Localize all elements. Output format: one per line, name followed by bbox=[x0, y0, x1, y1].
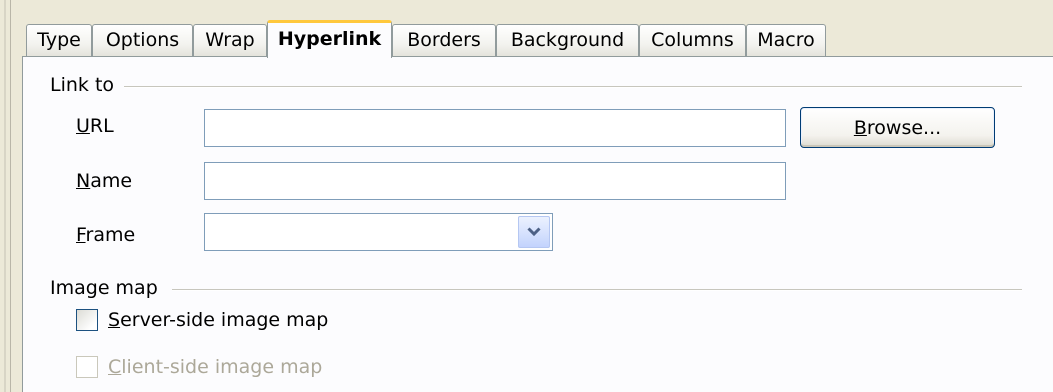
link-to-separator bbox=[124, 86, 1022, 88]
tab-type[interactable]: Type bbox=[26, 24, 92, 57]
image-map-heading: Image map bbox=[50, 277, 158, 299]
frame-dropdown-button[interactable] bbox=[518, 216, 550, 248]
frame-label-text: rame bbox=[85, 224, 136, 246]
tab-wrap[interactable]: Wrap bbox=[193, 24, 267, 57]
server-side-label-text: erver-side image map bbox=[120, 309, 329, 331]
name-label-accesskey: N bbox=[76, 170, 91, 192]
tab-background[interactable]: Background bbox=[496, 24, 639, 57]
url-label-text: RL bbox=[89, 115, 114, 137]
server-side-accesskey: S bbox=[108, 309, 121, 331]
server-side-image-map-label[interactable]: Server-side image map bbox=[108, 309, 328, 331]
window-left-edge bbox=[0, 0, 11, 392]
tab-columns[interactable]: Columns bbox=[639, 24, 746, 57]
url-label: URL bbox=[76, 115, 114, 137]
chevron-down-icon bbox=[527, 227, 541, 237]
frame-select[interactable] bbox=[204, 213, 553, 251]
tab-hyperlink[interactable]: Hyperlink bbox=[267, 20, 392, 58]
link-to-heading: Link to bbox=[50, 74, 115, 96]
browse-label: rowse... bbox=[866, 116, 942, 139]
client-side-label-text: lient-side image map bbox=[121, 356, 323, 378]
url-label-accesskey: U bbox=[76, 115, 90, 137]
server-side-image-map-checkbox[interactable] bbox=[76, 309, 98, 331]
tab-borders[interactable]: Borders bbox=[392, 24, 496, 57]
name-input[interactable] bbox=[204, 162, 786, 200]
browse-accesskey: B bbox=[853, 116, 867, 139]
tab-macro[interactable]: Macro bbox=[746, 24, 826, 57]
client-side-accesskey: C bbox=[108, 356, 122, 378]
frame-label: Frame bbox=[76, 224, 135, 246]
client-side-image-map-label: Client-side image map bbox=[108, 356, 322, 378]
url-input[interactable] bbox=[204, 109, 786, 147]
name-label: Name bbox=[76, 170, 132, 192]
client-side-image-map-checkbox bbox=[76, 356, 98, 378]
frame-label-accesskey: F bbox=[76, 224, 86, 246]
browse-button[interactable]: Browse... bbox=[800, 107, 995, 148]
name-label-text: ame bbox=[90, 170, 133, 192]
tab-options[interactable]: Options bbox=[92, 24, 193, 57]
image-map-separator bbox=[172, 289, 1022, 291]
